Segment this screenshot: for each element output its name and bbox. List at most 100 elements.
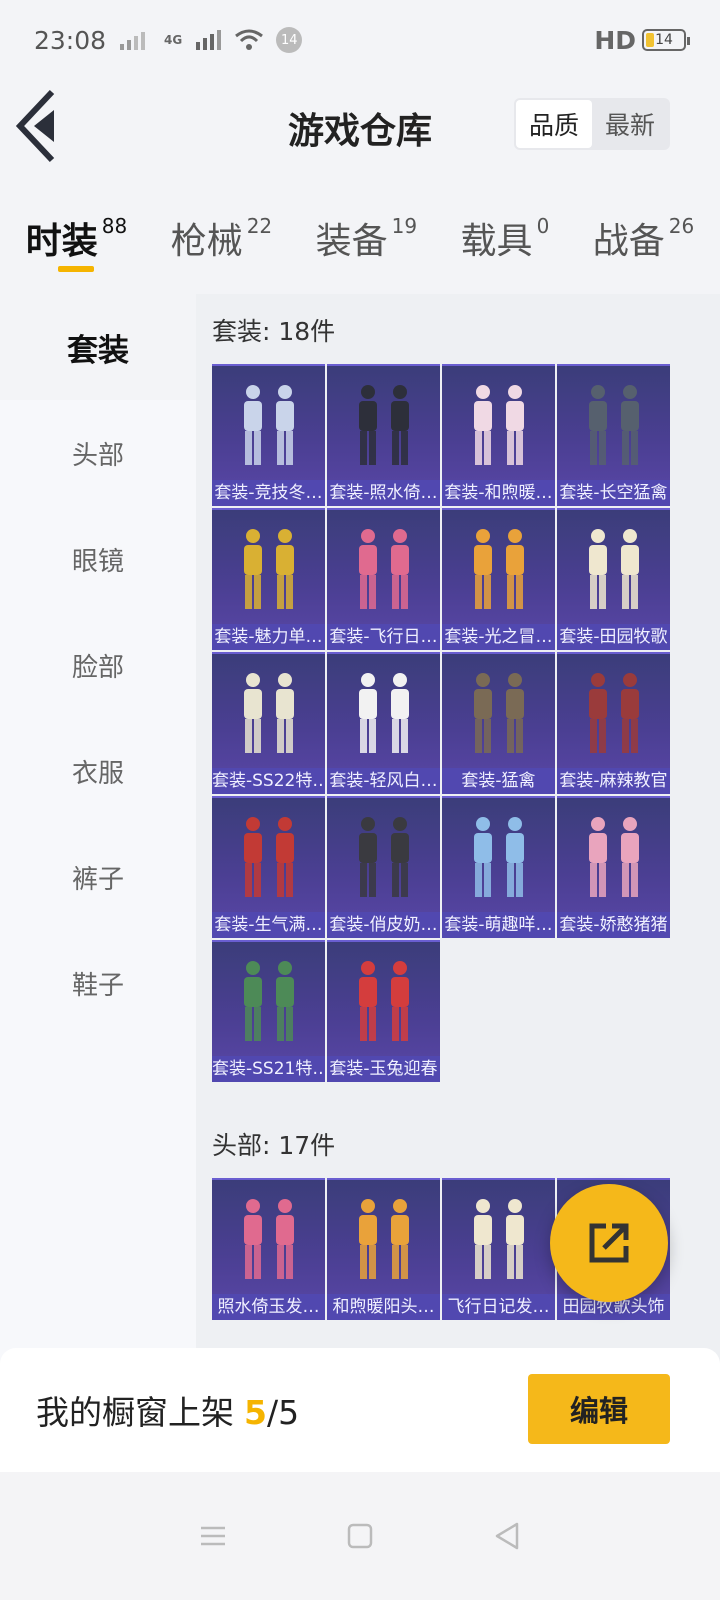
sidebar-item-suits[interactable]: 套装 <box>0 294 196 400</box>
outfit-card[interactable]: 套装-生气满… <box>212 796 325 938</box>
outfit-card-label: 照水倚玉发… <box>212 1294 325 1320</box>
tab-supplies[interactable]: 战备 26 <box>593 200 694 292</box>
outfit-card-label: 套装-猛禽 <box>442 768 555 794</box>
section-title-suits: 套装: 18件 <box>212 317 336 346</box>
outfit-card[interactable]: 套装-魅力单… <box>212 508 325 650</box>
outfit-card-label: 飞行日记发… <box>442 1294 555 1320</box>
outfit-figure-icon <box>243 1199 294 1279</box>
tab-vehicles[interactable]: 载具 0 <box>461 200 550 292</box>
outfit-card[interactable]: 套装-麻辣教官 <box>557 652 670 794</box>
showcase-status: 我的橱窗上架 5 / 5 <box>36 1386 299 1434</box>
network-type: 4G <box>164 33 183 47</box>
showcase-label: 我的橱窗上架 <box>36 1393 234 1432</box>
outfit-card[interactable]: 套装-轻风白… <box>327 652 440 794</box>
edit-button[interactable]: 编辑 <box>528 1374 670 1444</box>
tab-guns[interactable]: 枪械 22 <box>171 200 272 292</box>
tab-count: 88 <box>101 214 128 238</box>
sort-newest-button[interactable]: 最新 <box>592 100 668 148</box>
outfit-card[interactable]: 照水倚玉发… <box>212 1178 325 1320</box>
outfit-card[interactable]: 套装-田园牧歌 <box>557 508 670 650</box>
outfit-figure-icon <box>243 385 294 465</box>
outfit-card[interactable]: 套装-SS22特… <box>212 652 325 794</box>
outfit-figure-icon <box>588 529 639 609</box>
outfit-card-label: 套装-光之冒… <box>442 624 555 650</box>
share-button[interactable] <box>550 1184 668 1302</box>
outfit-figure-icon <box>358 673 409 753</box>
home-icon[interactable] <box>344 1520 376 1552</box>
outfit-figure-icon <box>243 673 294 753</box>
outfit-card[interactable]: 套装-照水倚… <box>327 364 440 506</box>
outfit-card-label: 套装-俏皮奶… <box>327 912 440 938</box>
page-title: 游戏仓库 <box>287 111 432 152</box>
section-title-head: 头部: 17件 <box>212 1131 336 1160</box>
outfit-card-label: 套装-SS21特… <box>212 1056 325 1082</box>
clock: 23:08 <box>34 25 107 55</box>
showcase-bar: 我的橱窗上架 5 / 5 编辑 <box>0 1348 720 1472</box>
back-arrow-icon[interactable] <box>14 88 58 164</box>
outfit-card[interactable]: 飞行日记发… <box>442 1178 555 1320</box>
active-tab-indicator <box>57 266 94 272</box>
outfit-card-label: 套装-麻辣教官 <box>557 768 670 794</box>
outfit-card[interactable]: 套装-猛禽 <box>442 652 555 794</box>
back-triangle-icon[interactable] <box>491 1520 523 1552</box>
battery-icon: 14 <box>642 29 690 51</box>
outfit-card-label: 套装-竞技冬… <box>212 480 325 506</box>
outfit-figure-icon <box>473 385 524 465</box>
showcase-total-count: 5 <box>278 1393 300 1432</box>
outfit-figure-icon <box>243 817 294 897</box>
outfit-figure-icon <box>358 961 409 1041</box>
outfit-card-label: 套装-长空猛禽 <box>557 480 670 506</box>
outfit-card[interactable]: 套装-萌趣咩… <box>442 796 555 938</box>
tab-count: 0 <box>536 214 550 238</box>
tab-fashion[interactable]: 时装 88 <box>26 200 127 292</box>
outfit-figure-icon <box>588 385 639 465</box>
outfit-figure-icon <box>358 817 409 897</box>
outfit-card[interactable]: 套装-玉兔迎春 <box>327 940 440 1082</box>
outfit-figure-icon <box>588 673 639 753</box>
signal-icon <box>120 32 146 50</box>
tab-label: 枪械 <box>170 221 243 262</box>
tab-count: 19 <box>391 214 418 238</box>
outfit-card[interactable]: 套装-和煦暖… <box>442 364 555 506</box>
outfit-card-label: 套装-魅力单… <box>212 624 325 650</box>
sidebar-item-shoes[interactable]: 鞋子 <box>0 930 196 1036</box>
tab-label: 载具 <box>460 221 533 262</box>
tab-equipment[interactable]: 装备 19 <box>316 200 417 292</box>
category-sidebar: 套装 头部 眼镜 脸部 衣服 裤子 鞋子 <box>0 294 196 1380</box>
outfit-card[interactable]: 套装-俏皮奶… <box>327 796 440 938</box>
suits-grid: 套装-竞技冬… 套装-照水倚… 套装-和煦暖… 套装-长空猛禽套装-魅力单… 套装-飞行… <box>212 364 688 1082</box>
sidebar-item-clothes[interactable]: 衣服 <box>0 718 196 824</box>
outfit-card-label: 套装-娇憨猪猪 <box>557 912 670 938</box>
signal-4g-icon <box>196 30 222 50</box>
hd-indicator: HD <box>594 25 636 55</box>
sort-quality-button[interactable]: 品质 <box>516 100 592 148</box>
outfit-card[interactable]: 套装-SS21特… <box>212 940 325 1082</box>
outfit-card[interactable]: 套装-长空猛禽 <box>557 364 670 506</box>
outfit-card-label: 套装-轻风白… <box>327 768 440 794</box>
outfit-figure-icon <box>473 817 524 897</box>
outfit-figure-icon <box>358 1199 409 1279</box>
outfit-card[interactable]: 套装-飞行日… <box>327 508 440 650</box>
notification-count-badge: 14 <box>276 27 303 53</box>
sidebar-item-glasses[interactable]: 眼镜 <box>0 506 196 612</box>
showcase-used-count: 5 <box>244 1393 267 1432</box>
outfit-figure-icon <box>358 529 409 609</box>
menu-icon[interactable] <box>197 1520 229 1552</box>
sidebar-item-head[interactable]: 头部 <box>0 400 196 506</box>
outfit-card[interactable]: 套装-竞技冬… <box>212 364 325 506</box>
outfit-figure-icon <box>243 961 294 1041</box>
sidebar-item-face[interactable]: 脸部 <box>0 612 196 718</box>
sidebar-item-pants[interactable]: 裤子 <box>0 824 196 930</box>
outfit-figure-icon <box>473 673 524 753</box>
showcase-count-separator: / <box>266 1393 279 1432</box>
outfit-card[interactable]: 和煦暖阳头… <box>327 1178 440 1320</box>
outfit-card-label: 套装-田园牧歌 <box>557 624 670 650</box>
outfit-card[interactable]: 套装-娇憨猪猪 <box>557 796 670 938</box>
outfit-card-label: 套装-飞行日… <box>327 624 440 650</box>
outfit-card-label: 套装-和煦暖… <box>442 480 555 506</box>
outfit-card[interactable]: 套装-光之冒… <box>442 508 555 650</box>
share-icon <box>589 1223 629 1263</box>
outfit-card-label: 套装-玉兔迎春 <box>327 1056 440 1082</box>
tab-label: 装备 <box>315 221 388 262</box>
outfit-figure-icon <box>588 817 639 897</box>
